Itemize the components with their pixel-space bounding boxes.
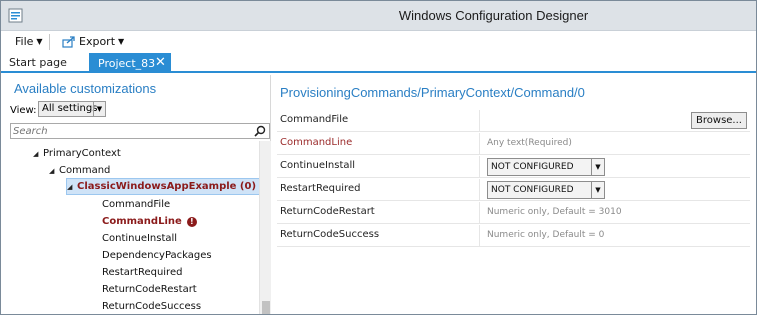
tree-leaf-restartrequired[interactable]: RestartRequired [102,264,182,281]
setting-name: ReturnCodeSuccess [280,229,380,240]
window-title: Windows Configuration Designer [398,8,589,23]
setting-name: ContinueInstall [280,160,356,171]
setting-row-continueinstall: ContinueInstall NOT CONFIGURED ▼ [277,156,750,178]
setting-name: ReturnCodeRestart [280,206,375,217]
dropdown-value: NOT CONFIGURED [491,185,574,195]
tab-start-page[interactable]: Start page [9,56,67,69]
search-input[interactable] [13,125,243,137]
column-divider [479,225,480,247]
title-bar: Windows Configuration Designer [1,1,756,31]
returncodesuccess-input[interactable]: Numeric only, Default = 0 [487,230,604,240]
continueinstall-dropdown[interactable]: NOT CONFIGURED ▼ [487,158,605,176]
chevron-down-icon: ▼ [36,37,43,46]
chevron-down-icon: ▼ [118,37,125,46]
scrollbar-thumb[interactable] [262,301,270,314]
setting-row-restartrequired: RestartRequired NOT CONFIGURED ▼ [277,179,750,201]
tree-leaf-label: ReturnCodeSuccess [102,301,202,312]
tree-node-classicwindowsappexample[interactable]: ◢ ClassicWindowsAppExample (0) ! [66,178,259,195]
chevron-down-icon: ▼ [591,182,604,198]
browse-button[interactable]: Browse... [691,112,747,129]
tree-node-label: ClassicWindowsAppExample (0) [77,181,257,192]
file-menu[interactable]: File ▼ [15,35,43,48]
error-icon: ! [186,216,197,227]
column-divider [479,110,480,132]
tree-leaf-commandfile[interactable]: CommandFile [102,196,170,213]
setting-name: CommandLine [280,137,353,148]
setting-row-commandline: CommandLine Any text(Required) [277,133,750,155]
view-selected-value: All settings [42,103,98,114]
search-box [10,123,270,139]
setting-name: CommandFile [280,114,349,125]
setting-row-commandfile: CommandFile Browse... [277,110,750,132]
setting-name: RestartRequired [280,183,361,194]
tree-leaf-commandline[interactable]: CommandLine ! [102,213,197,230]
tree-leaf-label: CommandFile [102,199,171,210]
tree-node-command[interactable]: ◢ Command [49,162,110,179]
file-menu-label: File [15,35,34,48]
tree-leaf-label: RestartRequired [102,267,183,278]
tree-leaf-returncodesuccess[interactable]: ReturnCodeSuccess [102,298,202,314]
tab-strip: Start page Project_83 ✕ [1,53,756,73]
view-label: View: [10,105,37,116]
returncoderestart-input[interactable]: Numeric only, Default = 3010 [487,207,622,217]
tree-scrollbar[interactable] [259,141,271,314]
expand-arrow-icon[interactable]: ◢ [67,183,77,191]
customization-tree: ◢ PrimaryContext ◢ Command ◢ ClassicWind… [10,141,259,314]
commandline-input[interactable]: Any text(Required) [487,138,572,148]
column-divider [479,179,480,201]
setting-row-returncodesuccess: ReturnCodeSuccess Numeric only, Default … [277,225,750,247]
available-customizations-panel: Available customizations View: All setti… [1,75,271,314]
panel-title: Available customizations [14,81,157,96]
tree-leaf-label: CommandLine [102,216,182,227]
tree-leaf-dependencypackages[interactable]: DependencyPackages [102,247,212,264]
export-menu-label: Export [79,35,116,48]
search-icon[interactable] [254,125,266,137]
tree-leaf-label: ContinueInstall [102,233,178,244]
tree-leaf-continueinstall[interactable]: ContinueInstall [102,230,177,247]
tab-project-label: Project_83 [98,56,156,70]
tree-leaf-label: DependencyPackages [102,250,212,261]
app-window: Windows Configuration Designer File ▼ Ex… [0,0,757,315]
close-icon[interactable]: ✕ [155,55,166,70]
setting-path-title: ProvisioningCommands/PrimaryContext/Comm… [280,85,585,100]
dropdown-value: NOT CONFIGURED [491,162,574,172]
expand-arrow-icon[interactable]: ◢ [33,150,43,158]
export-menu[interactable]: Export ▼ [62,35,124,48]
column-divider [479,156,480,178]
view-select[interactable]: All settings ▼ [38,101,106,117]
tab-project[interactable]: Project_83 ✕ [89,53,171,73]
tree-node-label: Command [59,165,111,176]
tree-node-primarycontext[interactable]: ◢ PrimaryContext [33,145,121,162]
menu-bar: File ▼ Export ▼ [1,32,756,52]
expand-arrow-icon[interactable]: ◢ [49,167,59,175]
setting-row-returncoderestart: ReturnCodeRestart Numeric only, Default … [277,202,750,224]
tree-node-label: PrimaryContext [43,148,121,159]
tree-leaf-label: ReturnCodeRestart [102,284,197,295]
column-divider [479,133,480,155]
tree-leaf-returncoderestart[interactable]: ReturnCodeRestart [102,281,197,298]
settings-panel: ProvisioningCommands/PrimaryContext/Comm… [273,75,756,314]
column-divider [479,202,480,224]
chevron-down-icon: ▼ [93,102,105,116]
restartrequired-dropdown[interactable]: NOT CONFIGURED ▼ [487,181,605,199]
chevron-down-icon: ▼ [591,159,604,175]
export-icon [62,35,75,48]
menu-separator [49,34,50,50]
